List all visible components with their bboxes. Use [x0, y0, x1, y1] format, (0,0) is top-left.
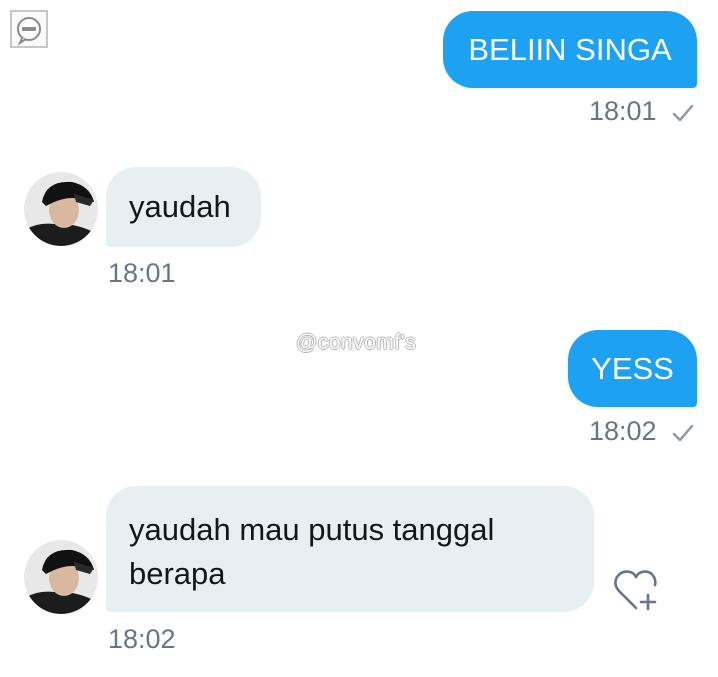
app-badge-icon [10, 10, 48, 48]
avatar[interactable] [24, 540, 98, 614]
message-text: YESS [591, 350, 674, 386]
message-bubble-outgoing[interactable]: YESS [568, 330, 697, 407]
message-bubble-outgoing[interactable]: BELIIN SINGA [443, 11, 697, 88]
message-text: yaudah [129, 189, 231, 224]
message-timestamp: 18:01 [589, 96, 657, 126]
message-text: BELIIN SINGA [468, 31, 672, 67]
heart-plus-icon[interactable] [612, 568, 660, 612]
check-icon [672, 424, 694, 442]
message-bubble-incoming[interactable]: yaudah [106, 167, 261, 247]
avatar[interactable] [24, 172, 98, 246]
check-icon [672, 104, 694, 122]
message-timestamp: 18:01 [108, 258, 176, 288]
message-timestamp: 18:02 [589, 416, 657, 446]
watermark: @convomf's [296, 331, 417, 354]
message-text-line: berapa [129, 556, 226, 591]
message-text-line: yaudah mau putus tanggal [129, 512, 495, 547]
message-timestamp: 18:02 [108, 624, 176, 654]
message-bubble-incoming[interactable]: yaudah mau putus tanggal berapa [106, 486, 594, 612]
